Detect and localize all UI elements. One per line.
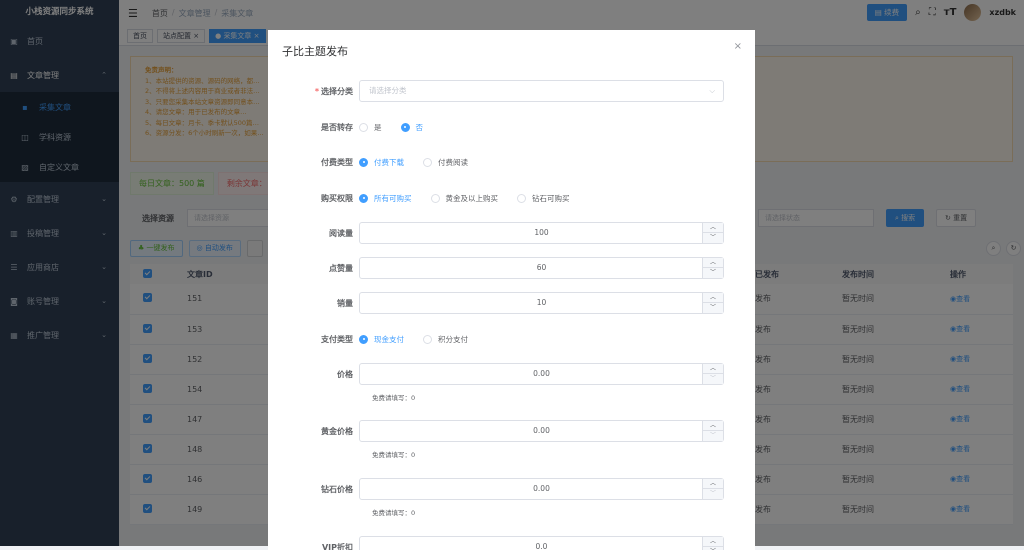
radio-label: 是 [374,122,382,133]
vip-discount-value: 0.0 [536,542,548,550]
category-select[interactable]: 请选择分类 ⌵ [359,80,724,102]
price-input[interactable]: 0.00 ︿﹀ [359,363,724,385]
radio-label: 付费下载 [374,157,404,168]
price-value: 0.00 [533,369,550,378]
sales-value: 10 [537,298,547,307]
stepper-up-icon[interactable]: ︿ [703,258,723,268]
stepper-up-icon[interactable]: ︿ [703,223,723,233]
stepper-down-icon[interactable]: ﹀ [703,233,723,243]
read-count-value: 100 [534,228,548,237]
diamond-price-label: 钻石价格 [268,484,359,495]
read-count-input[interactable]: 100 ︿﹀ [359,222,724,244]
points-pay-radio[interactable]: 积分支付 [423,334,468,345]
buy-gold-radio[interactable]: 黄金及以上购买 [431,193,499,204]
buy-perm-label: 购买权限 [268,193,359,204]
radio-label: 付费阅读 [438,157,468,168]
repost-no-radio[interactable]: 否 [401,122,424,133]
diamond-price-hint: 免费请填写：0 [372,507,415,517]
category-label: *选择分类 [268,86,359,97]
radio-dot [359,123,368,132]
repost-yes-radio[interactable]: 是 [359,122,382,133]
diamond-price-input[interactable]: 0.00 ︿﹀ [359,478,724,500]
radio-label: 黄金及以上购买 [446,193,499,204]
like-count-input[interactable]: 60 ︿﹀ [359,257,724,279]
radio-dot [359,335,368,344]
price-hint: 免费请填写：0 [372,392,415,402]
sales-input[interactable]: 10 ︿﹀ [359,292,724,314]
pay-method-label: 支付类型 [268,334,359,345]
dialog-title: 子比主题发布 [282,43,348,59]
sales-label: 销量 [268,298,359,309]
repost-label: 是否转存 [268,122,359,133]
radio-dot [423,158,432,167]
radio-label: 钻石可购买 [532,193,570,204]
stepper-down-icon[interactable]: ﹀ [703,268,723,278]
stepper-up-icon[interactable]: ︿ [703,364,723,374]
stepper-up-icon[interactable]: ︿ [703,293,723,303]
gold-price-label: 黄金价格 [268,426,359,437]
stepper-down-icon[interactable]: ﹀ [703,431,723,441]
stepper-down-icon[interactable]: ﹀ [703,489,723,499]
buy-all-radio[interactable]: 所有可购买 [359,193,412,204]
stepper-up-icon[interactable]: ︿ [703,421,723,431]
radio-label: 积分支付 [438,334,468,345]
like-count-label: 点赞量 [268,263,359,274]
price-label: 价格 [268,369,359,380]
read-count-label: 阅读量 [268,228,359,239]
radio-dot [401,123,410,132]
category-placeholder: 请选择分类 [369,86,407,95]
radio-dot [423,335,432,344]
stepper-down-icon[interactable]: ﹀ [703,303,723,313]
radio-dot [431,194,440,203]
stepper-up-icon[interactable]: ︿ [703,479,723,489]
radio-dot [517,194,526,203]
radio-label: 所有可购买 [374,193,412,204]
close-icon[interactable]: × [734,41,742,52]
diamond-price-value: 0.00 [533,484,550,493]
label-text: 选择分类 [321,87,353,96]
publish-dialog: 子比主题发布 × *选择分类 请选择分类 ⌵ 是否转存 是 否 付费类型 付费下载… [268,30,755,550]
chevron-down-icon: ⌵ [709,81,715,101]
radio-label: 否 [416,122,424,133]
vip-discount-input[interactable]: 0.0︿﹀ [359,536,724,550]
like-count-value: 60 [537,263,547,272]
gold-price-input[interactable]: 0.00 ︿﹀ [359,420,724,442]
gold-price-hint: 免费请填写：0 [372,449,415,459]
stepper-down-icon[interactable]: ﹀ [703,374,723,384]
radio-dot [359,158,368,167]
radio-dot [359,194,368,203]
cash-pay-radio[interactable]: 现金支付 [359,334,404,345]
buy-diamond-radio[interactable]: 钻石可购买 [517,193,570,204]
gold-price-value: 0.00 [533,426,550,435]
pay-read-radio[interactable]: 付费阅读 [423,157,468,168]
pay-download-radio[interactable]: 付费下载 [359,157,404,168]
radio-label: 现金支付 [374,334,404,345]
pay-type-label: 付费类型 [268,157,359,168]
